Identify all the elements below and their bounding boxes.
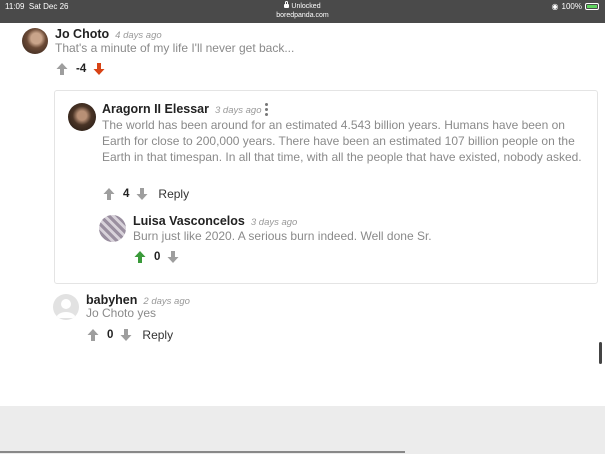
vote-controls: -4	[56, 61, 105, 77]
comment-text: The world has been around for an estimat…	[102, 118, 582, 164]
upvote-icon[interactable]	[103, 187, 115, 201]
reply-button[interactable]: Reply	[142, 328, 173, 342]
comment-text: Burn just like 2020. A serious burn inde…	[133, 229, 432, 243]
downvote-icon[interactable]	[136, 187, 148, 201]
avatar[interactable]	[68, 103, 96, 131]
comment-author[interactable]: Jo Choto 4 days ago	[55, 27, 162, 41]
battery-icon	[585, 3, 599, 10]
battery-percent: 100%	[561, 2, 582, 11]
vote-count: 0	[154, 251, 161, 263]
vote-count: 0	[107, 329, 114, 341]
footer-area	[0, 406, 605, 454]
scrollbar-thumb[interactable]	[599, 342, 602, 364]
comment-text: Jo Choto yes	[86, 306, 157, 320]
address-bar[interactable]: Unlocked boredpanda.com	[0, 1, 605, 20]
comment-text: That's a minute of my life I'll never ge…	[55, 41, 295, 55]
downvote-icon[interactable]	[93, 62, 105, 76]
more-options-icon[interactable]	[265, 103, 269, 116]
status-bar: 11:09 Sat Dec 26 Unlocked boredpanda.com…	[0, 0, 605, 23]
downvote-icon[interactable]	[167, 250, 179, 264]
footer-divider	[0, 451, 405, 453]
vote-count: -4	[76, 63, 87, 75]
wifi-icon: ◉	[551, 2, 559, 11]
comment-date: 3 days ago	[215, 105, 262, 116]
comment-author[interactable]: Luisa Vasconcelos 3 days ago	[133, 214, 297, 228]
lock-icon	[284, 1, 290, 8]
vote-controls: 4 Reply	[103, 186, 189, 202]
url-text: boredpanda.com	[276, 12, 329, 19]
reply-button[interactable]: Reply	[158, 187, 189, 201]
comment-date: 3 days ago	[250, 217, 298, 228]
downvote-icon[interactable]	[120, 328, 132, 342]
status-right: ◉ 100%	[552, 2, 599, 11]
upvote-icon[interactable]	[134, 250, 146, 264]
upvote-icon[interactable]	[87, 328, 99, 342]
upvote-icon[interactable]	[56, 62, 68, 76]
vote-controls: 0 Reply	[87, 327, 173, 343]
avatar[interactable]	[53, 294, 79, 320]
vote-controls: 0	[134, 249, 179, 265]
comment-author[interactable]: Aragorn II Elessar 3 days ago	[102, 102, 261, 116]
avatar[interactable]	[22, 28, 48, 54]
lock-status: Unlocked	[0, 1, 605, 11]
avatar[interactable]	[99, 215, 126, 242]
default-avatar-icon	[56, 299, 76, 318]
vote-count: 4	[123, 188, 130, 200]
